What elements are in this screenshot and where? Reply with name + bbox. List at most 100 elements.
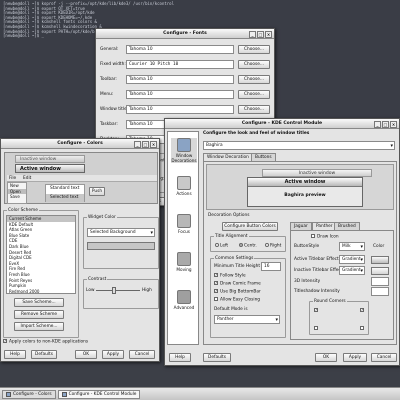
active-effect-select[interactable]: Gradient bbox=[339, 255, 365, 264]
kcontrol-defaults-button[interactable]: Defaults bbox=[203, 353, 231, 362]
scheme-list[interactable]: Current Scheme KDE Default Atlas Green Blue… bbox=[6, 215, 76, 294]
contrast-slider-track[interactable] bbox=[96, 290, 140, 291]
font-row-value: Tahoma 10 bbox=[126, 75, 234, 84]
choose-font-button[interactable]: Choose... bbox=[238, 90, 270, 99]
colors-preview: Inactive window Active window File Edit … bbox=[4, 152, 158, 204]
close-icon[interactable]: × bbox=[150, 140, 157, 148]
preview-active-bar: Active window bbox=[15, 164, 85, 173]
color-scheme-group-title: Color Scheme bbox=[7, 208, 39, 213]
taskbar-item[interactable]: Configure - KDE Control Module bbox=[57, 390, 141, 399]
scheme-name: Digital CDE bbox=[9, 255, 32, 261]
maximize-icon[interactable]: □ bbox=[382, 120, 389, 128]
preview-push-button[interactable]: Push bbox=[89, 187, 105, 196]
fonts-titlebar[interactable]: Configure - Fonts _ □ × bbox=[96, 29, 274, 39]
inactive-effect-select[interactable]: Gradient bbox=[339, 266, 365, 275]
preview-inactive-text: Inactive window bbox=[20, 157, 57, 162]
minimize-icon[interactable]: _ bbox=[134, 140, 141, 148]
color-label: Color bbox=[373, 244, 385, 249]
sidebar-item[interactable]: Focus bbox=[171, 214, 197, 234]
sidebar-item[interactable]: Window Decorations bbox=[171, 138, 197, 163]
kcontrol-cancel-button[interactable]: Cancel bbox=[371, 353, 397, 362]
apply-non-kde-checkbox[interactable]: ✓ Apply colors to non-KDE applications bbox=[3, 339, 88, 345]
scheme-name: Current Scheme bbox=[9, 216, 42, 221]
kcontrol-help-button[interactable]: Help bbox=[169, 353, 191, 362]
preview-menu-item[interactable]: Save bbox=[8, 194, 26, 200]
shadow-intensity-spinbox[interactable] bbox=[371, 287, 389, 296]
window-decorations-icon bbox=[177, 138, 191, 152]
font-row-value: Tahoma 10 bbox=[126, 90, 234, 99]
decoration-preview: Inactive window Active window Baghira pr… bbox=[206, 164, 394, 210]
align-left-radio[interactable]: Left bbox=[215, 243, 228, 249]
maximize-icon[interactable]: □ bbox=[257, 30, 264, 38]
minimize-icon[interactable]: _ bbox=[374, 120, 381, 128]
scheme-list-item[interactable]: Redmond 2000 bbox=[7, 289, 75, 293]
use-big-bottombar-checkbox[interactable]: ✓ Use Big BottomBar bbox=[214, 289, 261, 295]
close-icon[interactable]: × bbox=[390, 120, 397, 128]
colors-defaults-button[interactable]: Defaults bbox=[31, 350, 57, 359]
configure-button-colors-button[interactable]: Configure Button Colors bbox=[222, 222, 278, 231]
choose-font-button[interactable]: Choose... bbox=[238, 45, 270, 54]
draw-icon-checkbox[interactable]: Draw Icon bbox=[311, 234, 339, 240]
round-corner-tl-checkbox[interactable]: ✓ bbox=[314, 308, 318, 312]
maximize-icon[interactable]: □ bbox=[142, 140, 149, 148]
colors-apply-button[interactable]: Apply bbox=[102, 350, 124, 359]
choose-font-button[interactable]: Choose... bbox=[238, 105, 270, 114]
kcontrol-ok-button[interactable]: OK bbox=[315, 353, 337, 362]
sidebar-item[interactable]: Actions bbox=[171, 176, 197, 196]
subtab-panther[interactable]: Panther bbox=[312, 222, 337, 230]
button-style-select[interactable]: Milk bbox=[339, 242, 365, 251]
scheme-name: Fire Red bbox=[9, 266, 26, 272]
save-scheme-button[interactable]: Save Scheme... bbox=[14, 298, 64, 307]
preview-menu-edit[interactable]: Edit bbox=[23, 176, 31, 181]
round-corner-bl-checkbox[interactable] bbox=[314, 326, 318, 330]
widget-color-swatch[interactable] bbox=[87, 242, 155, 250]
colors-ok-button[interactable]: OK bbox=[75, 350, 97, 359]
intensity-3d-spinbox[interactable] bbox=[371, 277, 389, 286]
align-right-radio[interactable]: Right bbox=[265, 243, 281, 249]
subtab-jaguar[interactable]: Jaguar bbox=[290, 222, 312, 230]
common-settings-group: Common Settings Minimum Title Height 16 … bbox=[210, 256, 286, 338]
choose-font-button[interactable]: Choose... bbox=[238, 60, 270, 69]
allow-easy-closing-checkbox[interactable]: Allow Easy Closing bbox=[214, 297, 260, 303]
remove-scheme-button[interactable]: Remove Scheme bbox=[14, 310, 64, 319]
kcontrol-heading: Configure the look and feel of window ti… bbox=[203, 131, 310, 136]
subtab-brushed[interactable]: Brushed bbox=[334, 222, 360, 230]
kcontrol-apply-button[interactable]: Apply bbox=[343, 353, 367, 362]
active-color-swatch[interactable] bbox=[371, 256, 389, 264]
contrast-slider-handle[interactable] bbox=[112, 287, 116, 294]
round-corner-br-checkbox[interactable] bbox=[360, 326, 364, 330]
round-corner-tr-checkbox[interactable]: ✓ bbox=[360, 308, 364, 312]
font-row-value: Tahoma 10 bbox=[126, 105, 234, 114]
default-mode-select[interactable]: Panther bbox=[214, 315, 280, 324]
widget-color-select[interactable]: Selected Background bbox=[87, 228, 155, 237]
checkbox-icon: ✓ bbox=[214, 281, 218, 285]
choose-font-button[interactable]: Choose... bbox=[238, 75, 270, 84]
sidebar-item[interactable]: Advanced bbox=[171, 290, 197, 310]
minimize-icon[interactable]: _ bbox=[249, 30, 256, 38]
taskbar-item[interactable]: Configure - Colors bbox=[2, 390, 56, 399]
preview-menu-file[interactable]: File bbox=[9, 176, 16, 181]
advanced-icon bbox=[177, 290, 191, 304]
sidebar-item[interactable]: Moving bbox=[171, 252, 197, 272]
decoration-theme-select[interactable]: Baghira bbox=[203, 141, 395, 150]
min-title-height-spinbox[interactable]: 16 bbox=[261, 262, 281, 271]
draw-comic-frame-checkbox[interactable]: ✓ Draw Comic Frame bbox=[214, 281, 261, 287]
tab-buttons[interactable]: Buttons bbox=[251, 153, 276, 161]
inactive-color-swatch[interactable] bbox=[371, 267, 389, 275]
scheme-name: CDE bbox=[9, 238, 18, 244]
import-scheme-button[interactable]: Import Scheme... bbox=[14, 322, 64, 331]
align-center-radio[interactable]: Centr. bbox=[239, 243, 257, 249]
colors-titlebar[interactable]: Configure - Colors _ □ × bbox=[1, 139, 159, 149]
taskbar-item-label: Configure - Colors bbox=[13, 392, 52, 397]
follow-style-checkbox[interactable]: ✓ Follow Style bbox=[214, 273, 246, 279]
font-value-text: Tahoma 10 bbox=[129, 92, 153, 97]
colors-cancel-button[interactable]: Cancel bbox=[129, 350, 155, 359]
colors-window: Configure - Colors _ □ × Inactive window A… bbox=[0, 138, 160, 362]
sidebar-item-label: Advanced bbox=[173, 305, 195, 310]
close-icon[interactable]: × bbox=[265, 30, 272, 38]
colors-help-button[interactable]: Help bbox=[4, 350, 26, 359]
radio-icon bbox=[265, 243, 269, 247]
font-value-text: Courier 10 Pitch 10 bbox=[129, 62, 179, 67]
tab-window-decoration[interactable]: Window Decoration bbox=[203, 153, 253, 161]
kcontrol-titlebar[interactable]: Configure - KDE Control Module _ □ × bbox=[165, 119, 399, 129]
